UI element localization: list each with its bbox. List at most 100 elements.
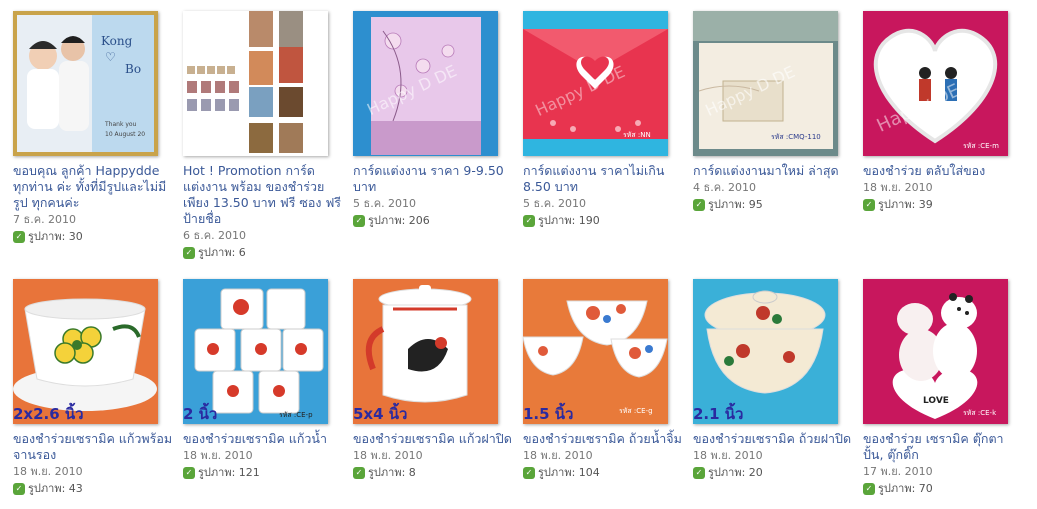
album-thumbnail[interactable]: 5x4 นิ้ว [353,279,498,424]
photo-count-label: รูปภาพ: 121 [198,466,260,479]
album-date: 4 ธ.ค. 2010 [693,181,757,194]
red-heart-card-image: Happy D DE รหัส :NN [523,11,668,156]
album-date: 18 พ.ย. 2010 [863,181,933,194]
album-date: 18 พ.ย. 2010 [693,449,763,462]
photos-icon: ✓ [863,199,875,211]
album-date: 18 พ.ย. 2010 [13,465,83,478]
album-photo-count: ✓ รูปภาพ: 8 [353,466,518,480]
photos-icon: ✓ [183,467,195,479]
album-title-link[interactable]: การ์ดแต่งงานมาใหม่ ล่าสุด [693,163,853,179]
album-title-link[interactable]: ของชำร่วย ตลับใส่ของ [863,163,1023,179]
album-card: 2x2.6 นิ้วของชำร่วยเซรามิค แก้วพร้อมจานร… [13,279,178,496]
album-date: 7 ธ.ค. 2010 [13,213,77,226]
album-title-link[interactable]: การ์ดแต่งงาน ราคาไม่เกิน 8.50 บาท [523,163,683,195]
album-title-link[interactable]: Hot ! Promotion การ์ดแต่งงาน พร้อม ของชำ… [183,163,343,227]
heart-box-image: Happy DE รหัส :CE-m [863,11,1008,156]
lidded-mug-image: 5x4 นิ้ว [353,279,498,424]
album-thumbnail[interactable]: LOVE รหัส :CE-k [863,279,1008,424]
photo-count-label: รูปภาพ: 190 [538,214,600,227]
thumb-text: Kong [101,34,133,48]
cup-saucer-image: 2x2.6 นิ้ว [13,279,158,424]
photos-icon: ✓ [693,199,705,211]
svg-text:รหัส :CE-g: รหัส :CE-g [619,407,653,415]
photos-icon: ✓ [13,483,25,495]
svg-text:2 นิ้ว: 2 นิ้ว [183,402,217,423]
photo-count-label: รูปภาพ: 104 [538,466,600,479]
album-photo-count: ✓ รูปภาพ: 95 [693,198,858,212]
photos-icon: ✓ [693,467,705,479]
album-thumbnail[interactable]: 2.1 นิ้ว [693,279,838,424]
album-thumbnail[interactable]: Happy D DE รหัส :CMQ-110 [693,11,838,156]
album-photo-count: ✓ รูปภาพ: 104 [523,466,688,480]
album-title-link[interactable]: ของชำร่วยเซรามิค แก้วน้ำ [183,431,343,447]
floral-card-image: Happy D DE [353,11,498,156]
photos-icon: ✓ [353,215,365,227]
wedding-couple-photo-image: Kong Bo ♡ Thank you 10 August 20 [13,11,158,156]
album-card: Happy D DE รหัส :NN การ์ดแต่งงาน ราคาไม่เ… [523,11,688,228]
album-title-link[interactable]: การ์ดแต่งงาน ราคา 9-9.50 บาท [353,163,513,195]
album-card: Hot ! Promotion การ์ดแต่งงาน พร้อม ของชำ… [183,11,348,260]
album-thumbnail[interactable]: Happy DE รหัส :CE-m [863,11,1008,156]
album-thumbnail[interactable]: Kong Bo ♡ Thank you 10 August 20 [13,11,158,156]
album-title-link[interactable]: ของชำร่วยเซรามิค แก้วพร้อมจานรอง [13,431,173,463]
album-photo-count: ✓ รูปภาพ: 70 [863,482,1028,496]
album-thumbnail[interactable]: Happy D DE รหัส :NN [523,11,668,156]
svg-text:♡: ♡ [105,50,116,64]
album-thumbnail[interactable] [183,11,328,156]
svg-text:10 August 20: 10 August 20 [105,131,145,138]
album-grid: Kong Bo ♡ Thank you 10 August 20 ขอบคุณ ล… [0,0,1037,509]
album-date: 18 พ.ย. 2010 [523,449,593,462]
photo-count-label: รูปภาพ: 70 [878,482,933,495]
promotion-collage-image [183,11,328,156]
album-thumbnail[interactable]: 2 นิ้ว รหัส :CE-p [183,279,328,424]
album-date: 18 พ.ย. 2010 [183,449,253,462]
album-photo-count: ✓ รูปภาพ: 30 [13,230,178,244]
photos-icon: ✓ [523,215,535,227]
album-card: 2.1 นิ้วของชำร่วยเซรามิค ถ้วยฝาปิด 18 พ.ย… [693,279,858,480]
album-photo-count: ✓ รูปภาพ: 39 [863,198,1028,212]
photo-count-label: รูปภาพ: 43 [28,482,83,495]
album-title-link[interactable]: ของชำร่วยเซรามิค ถ้วยฝาปิด [693,431,853,447]
album-date: 17 พ.ย. 2010 [863,465,933,478]
photos-icon: ✓ [353,467,365,479]
album-thumbnail[interactable]: Happy D DE [353,11,498,156]
svg-text:รหัส :NN: รหัส :NN [623,131,651,139]
album-card: 1.5 นิ้ว รหัส :CE-g ของชำร่วยเซรามิค ถ้วย… [523,279,688,480]
album-thumbnail[interactable]: 2x2.6 นิ้ว [13,279,158,424]
photos-icon: ✓ [183,247,195,259]
svg-text:รหัส :CE-k: รหัส :CE-k [963,409,997,417]
album-photo-count: ✓ รูปภาพ: 43 [13,482,178,496]
album-photo-count: ✓ รูปภาพ: 190 [523,214,688,228]
dip-bowls-image: 1.5 นิ้ว รหัส :CE-g [523,279,668,424]
photos-icon: ✓ [863,483,875,495]
svg-text:Thank you: Thank you [104,121,137,128]
svg-text:รหัส :CMQ-110: รหัส :CMQ-110 [771,133,821,141]
album-photo-count: ✓ รูปภาพ: 6 [183,246,348,260]
album-card: 2 นิ้ว รหัส :CE-p ของชำร่วยเซรามิค แก้วน้… [183,279,348,480]
album-title-link[interactable]: ของชำร่วย เซรามิค ตุ๊กตาปั้น, ตุ๊กติ๊ก [863,431,1023,463]
svg-text:รหัส :CE-p: รหัส :CE-p [279,411,313,419]
photo-count-label: รูปภาพ: 8 [368,466,416,479]
svg-text:1.5 นิ้ว: 1.5 นิ้ว [523,402,573,423]
photo-count-label: รูปภาพ: 30 [28,230,83,243]
rooster-mugs-image: 2 นิ้ว รหัส :CE-p [183,279,328,424]
cream-card-image: Happy D DE รหัส :CMQ-110 [693,11,838,156]
album-title-link[interactable]: ของชำร่วยเซรามิค แก้วฝาปิด [353,431,513,447]
photo-count-label: รูปภาพ: 6 [198,246,246,259]
album-date: 5 ธ.ค. 2010 [353,197,417,210]
album-card: 5x4 นิ้ว ของชำร่วยเซรามิค แก้วฝาปิด 18 พ.ย… [353,279,518,480]
svg-text:Bo: Bo [125,62,141,76]
album-title-link[interactable]: ขอบคุณ ลูกค้า Happydde ทุกท่าน ค่ะ ทั้งท… [13,163,173,211]
album-date: 5 ธ.ค. 2010 [523,197,587,210]
svg-text:5x4 นิ้ว: 5x4 นิ้ว [353,402,407,423]
photo-count-label: รูปภาพ: 206 [368,214,430,227]
photo-count-label: รูปภาพ: 20 [708,466,763,479]
svg-text:รหัส :CE-m: รหัส :CE-m [963,142,999,150]
album-title-link[interactable]: ของชำร่วยเซรามิค ถ้วยน้ำจิ้ม [523,431,683,447]
album-card: Happy D DE การ์ดแต่งงาน ราคา 9-9.50 บาท 5 … [353,11,518,228]
album-photo-count: ✓ รูปภาพ: 20 [693,466,858,480]
svg-text:2.1 นิ้ว: 2.1 นิ้ว [693,402,743,423]
album-thumbnail[interactable]: 1.5 นิ้ว รหัส :CE-g [523,279,668,424]
lidded-bowl-image: 2.1 นิ้ว [693,279,838,424]
thumb-size: 2x2.6 นิ้ว [13,402,84,423]
